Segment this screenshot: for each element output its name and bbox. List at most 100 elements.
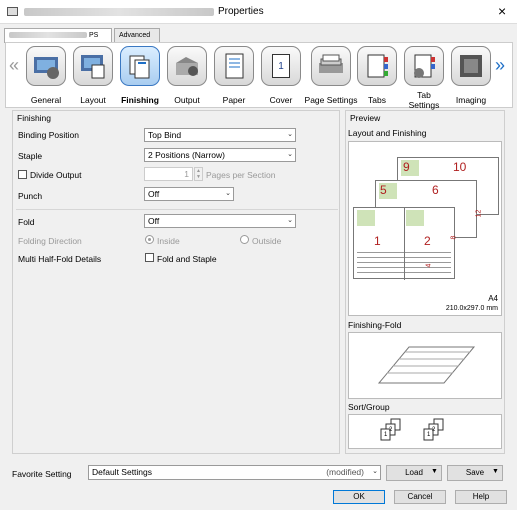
paper-icon bbox=[214, 46, 254, 86]
help-button[interactable]: Help bbox=[455, 490, 507, 504]
finishing-fold-label: Finishing-Fold bbox=[348, 320, 402, 330]
toolbar-imaging-label: Imaging bbox=[455, 95, 487, 105]
paper-size-name: A4 bbox=[488, 294, 498, 303]
ok-button[interactable]: OK bbox=[333, 490, 385, 504]
cover-page-number: 1 bbox=[272, 54, 290, 78]
load-button-label: Load bbox=[405, 468, 423, 477]
general-icon bbox=[26, 46, 66, 86]
page-thumbnail bbox=[357, 210, 375, 226]
staple-value: 2 Positions (Narrow) bbox=[148, 150, 225, 160]
scroll-right-arrow[interactable]: » bbox=[495, 55, 505, 76]
fold-preview bbox=[348, 332, 502, 399]
preview-panel: Preview Layout and Finishing 9 10 5 6 1 … bbox=[345, 110, 505, 454]
toolbar-tab-settings-label: Tab Settings bbox=[408, 90, 440, 110]
toolbar-tab-settings[interactable]: Tab Settings bbox=[401, 46, 447, 110]
printer-name-blurred bbox=[24, 8, 214, 16]
scroll-left-arrow[interactable]: « bbox=[9, 55, 19, 76]
toolbar-layout[interactable]: Layout bbox=[70, 46, 116, 105]
toolbar-page-settings[interactable]: Page Settings bbox=[300, 46, 362, 105]
page-number: 8 bbox=[450, 235, 458, 240]
fold-and-staple-checkbox[interactable] bbox=[145, 253, 154, 262]
finishing-icon bbox=[120, 46, 160, 86]
favorite-setting-label: Favorite Setting bbox=[12, 469, 72, 479]
binding-position-label: Binding Position bbox=[18, 130, 79, 140]
folding-direction-label: Folding Direction bbox=[18, 236, 82, 246]
divide-output-label: Divide Output bbox=[30, 170, 82, 180]
output-icon bbox=[167, 46, 207, 86]
toolbar-imaging[interactable]: Imaging bbox=[448, 46, 494, 105]
bottom-bar: Favorite Setting Default Settings (modif… bbox=[5, 458, 513, 510]
toolbar-page-settings-label: Page Settings bbox=[304, 95, 358, 105]
favorite-setting-select[interactable]: Default Settings (modified) ⌄ bbox=[88, 465, 381, 480]
finishing-panel: Finishing Binding Position Top Bind ⌄ Sta… bbox=[12, 110, 340, 454]
load-dropdown-icon[interactable]: ▼ bbox=[431, 468, 438, 475]
staple-select[interactable]: 2 Positions (Narrow) ⌄ bbox=[144, 148, 296, 162]
tab-advanced-label: Advanced bbox=[119, 32, 151, 39]
fold-line bbox=[404, 208, 405, 280]
printer-icon bbox=[7, 7, 18, 16]
page-number: 10 bbox=[453, 160, 467, 174]
close-icon[interactable]: × bbox=[498, 3, 506, 19]
toolbar-finishing[interactable]: Finishing bbox=[117, 46, 163, 105]
outside-radio[interactable] bbox=[240, 235, 249, 244]
sort-number: 1 bbox=[427, 432, 431, 438]
toolbar-finishing-label: Finishing bbox=[121, 95, 159, 105]
outside-label: Outside bbox=[252, 236, 282, 246]
toolbar-general[interactable]: General bbox=[23, 46, 69, 105]
save-dropdown-icon[interactable]: ▼ bbox=[492, 468, 499, 475]
page-number: 2 bbox=[424, 234, 431, 248]
page-number: 9 bbox=[403, 160, 410, 174]
ok-button-label: OK bbox=[353, 492, 365, 501]
page-thumbnail bbox=[406, 210, 424, 226]
preview-title: Preview bbox=[350, 113, 381, 123]
toolbar-layout-label: Layout bbox=[80, 95, 106, 105]
pages-per-section-label: Pages per Section bbox=[206, 170, 276, 180]
fold-select[interactable]: Off ⌄ bbox=[144, 214, 296, 228]
punch-value: Off bbox=[148, 189, 160, 199]
cancel-button[interactable]: Cancel bbox=[394, 490, 446, 504]
imaging-icon bbox=[451, 46, 491, 86]
staple-label: Staple bbox=[18, 151, 43, 161]
page-number: 4 bbox=[425, 263, 433, 268]
tab-advanced[interactable]: Advanced bbox=[114, 28, 160, 42]
toolbar-tabs[interactable]: Tabs bbox=[354, 46, 400, 105]
spinner-icon[interactable]: ▲ ▼ bbox=[194, 167, 203, 181]
toolbar-cover[interactable]: 1 Cover bbox=[258, 46, 304, 105]
layout-finishing-label: Layout and Finishing bbox=[348, 128, 427, 138]
fold-sheet-diagram bbox=[377, 346, 476, 384]
page-number: 6 bbox=[432, 183, 439, 197]
paper-dimensions: 210.0x297.0 mm bbox=[445, 305, 498, 312]
tab-ps[interactable]: PS bbox=[4, 28, 112, 43]
toolbar-output[interactable]: Output bbox=[164, 46, 210, 105]
punch-label: Punch bbox=[18, 191, 43, 201]
punch-select[interactable]: Off ⌄ bbox=[144, 187, 234, 201]
toolbar-paper[interactable]: Paper bbox=[211, 46, 257, 105]
divide-output-checkbox[interactable] bbox=[18, 170, 27, 179]
chevron-down-icon: ⌄ bbox=[372, 468, 378, 475]
toolbar-cover-label: Cover bbox=[269, 95, 293, 105]
save-button-label: Save bbox=[465, 468, 485, 477]
radio-dot bbox=[148, 238, 151, 241]
chevron-down-icon: ⌄ bbox=[225, 190, 231, 197]
tab-ps-label: PS bbox=[88, 32, 99, 39]
inside-radio[interactable] bbox=[145, 235, 154, 244]
sort-number: 2 bbox=[432, 427, 436, 433]
modified-indicator: (modified) bbox=[326, 467, 364, 477]
chevron-down-icon: ⌄ bbox=[287, 131, 293, 138]
title-bar: Properties × bbox=[0, 0, 517, 24]
tabs-icon bbox=[357, 46, 397, 86]
preview-page: 1 2 bbox=[353, 207, 455, 280]
toolbar-output-label: Output bbox=[174, 95, 200, 105]
sort-stacks-diagram bbox=[380, 418, 444, 441]
sort-number: 2 bbox=[389, 427, 393, 433]
binding-position-select[interactable]: Top Bind ⌄ bbox=[144, 128, 296, 142]
window-title: Properties bbox=[218, 6, 264, 17]
help-button-label: Help bbox=[472, 492, 490, 501]
page-number: 1 bbox=[374, 234, 381, 248]
chevron-down-icon: ⌄ bbox=[287, 217, 293, 224]
sort-preview: 1 2 1 2 bbox=[348, 414, 502, 449]
cancel-button-label: Cancel bbox=[407, 492, 433, 501]
divide-output-input[interactable]: 1 bbox=[144, 167, 193, 181]
page-number: 12 bbox=[475, 209, 483, 218]
page-settings-icon bbox=[311, 46, 351, 86]
